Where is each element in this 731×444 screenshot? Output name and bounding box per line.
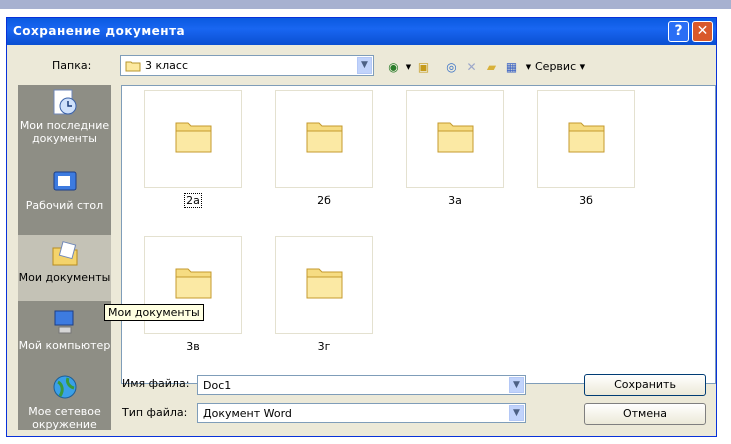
recent-documents-icon: [53, 89, 76, 115]
filename-field[interactable]: Doc1 ▼: [197, 375, 526, 395]
place-label: Мои документы: [18, 271, 111, 284]
folder-icon: [568, 122, 605, 153]
filetype-select[interactable]: Документ Word ▼: [197, 403, 526, 423]
save-button[interactable]: Сохранить: [584, 374, 706, 396]
dialog-title: Сохранение документа: [13, 24, 186, 38]
file-name[interactable]: 3в: [144, 340, 242, 353]
file-name[interactable]: 2б: [275, 194, 373, 207]
file-name[interactable]: 2а: [144, 193, 242, 208]
place-recent-documents[interactable]: Мои последние документы: [18, 87, 111, 153]
background-strip: [0, 0, 731, 9]
cancel-button[interactable]: Отмена: [584, 403, 706, 425]
title-bar: Сохранение документа ? ✕: [7, 18, 716, 45]
filetype-value: Документ Word: [203, 407, 292, 420]
my-documents-icon: [52, 241, 77, 266]
folder-icon: [306, 122, 343, 153]
search-web-icon[interactable]: ◎: [443, 59, 460, 75]
place-label: Мой компьютер: [18, 339, 111, 352]
filename-label: Имя файла:: [122, 377, 190, 390]
service-label: Сервис: [535, 60, 577, 73]
new-folder-icon[interactable]: ▰: [483, 59, 500, 75]
folder-combo[interactable]: 3 класс ▼: [120, 55, 374, 76]
place-desktop[interactable]: Рабочий стол: [18, 167, 111, 219]
help-button[interactable]: ?: [668, 21, 689, 42]
folder-tile[interactable]: [275, 236, 373, 334]
folder-icon: [306, 268, 343, 299]
place-network[interactable]: Мое сетевое окружение: [18, 373, 111, 431]
place-label: Мое сетевое окружение: [28, 405, 101, 431]
my-computer-icon: [54, 310, 73, 334]
folder-current: 3 класс: [145, 59, 189, 72]
folder-label: Папка:: [52, 59, 92, 72]
folder-icon: [175, 122, 212, 153]
folder-small-icon: [125, 61, 141, 72]
service-menu[interactable]: Сервис ▾: [535, 60, 585, 73]
network-icon: [53, 375, 76, 399]
place-my-computer[interactable]: Мой компьютер: [18, 307, 111, 369]
desktop-icon: [53, 171, 76, 191]
file-name[interactable]: 3б: [537, 194, 635, 207]
folder-tile[interactable]: [537, 90, 635, 188]
views-icon[interactable]: ▦: [503, 59, 520, 75]
filetype-label: Тип файла:: [122, 406, 188, 419]
place-label: Рабочий стол: [25, 199, 104, 212]
chevron-down-icon[interactable]: ▼: [509, 405, 524, 421]
up-folder-icon[interactable]: ▣: [415, 59, 432, 75]
delete-icon[interactable]: ✕: [463, 59, 480, 75]
save-dialog: Сохранение документа ? ✕ Папка: 3 класс …: [6, 17, 717, 437]
folder-tile[interactable]: [275, 90, 373, 188]
file-name[interactable]: 3а: [406, 194, 504, 207]
chevron-down-icon[interactable]: ▼: [357, 57, 372, 74]
close-button[interactable]: ✕: [692, 21, 713, 42]
folder-icon: [437, 122, 474, 153]
file-list[interactable]: 2а 2б 3а 3б 3в 3г: [121, 85, 716, 384]
place-label: Мои последние документы: [19, 119, 110, 145]
place-my-documents[interactable]: Мои документы: [18, 235, 111, 301]
file-name[interactable]: 3г: [275, 340, 373, 353]
folder-tile[interactable]: [406, 90, 504, 188]
tooltip: Мои документы: [104, 304, 204, 321]
folder-icon: [175, 268, 212, 299]
filename-value: Doc1: [203, 379, 232, 392]
window-edge: [719, 14, 731, 444]
places-bar: Мои последние документы Рабочий стол Мои…: [18, 85, 111, 431]
chevron-down-icon[interactable]: ▼: [509, 377, 524, 393]
folder-tile[interactable]: [144, 90, 242, 188]
